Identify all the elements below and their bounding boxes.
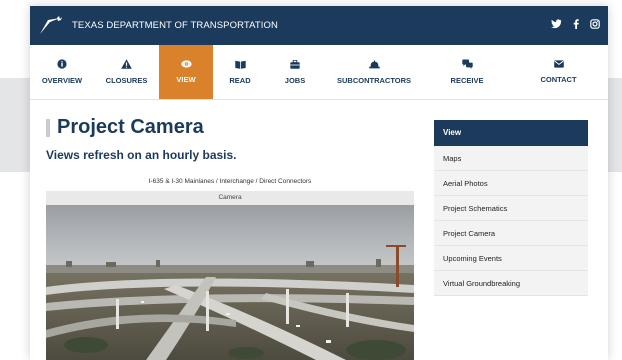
envelope-icon [553, 60, 564, 71]
nav-label: JOBS [284, 75, 306, 85]
sidebar-item-virtual-groundbreaking[interactable]: Virtual Groundbreaking [434, 271, 588, 296]
sidebar-item-upcoming-events[interactable]: Upcoming Events [434, 246, 588, 271]
instagram-icon[interactable] [590, 19, 600, 32]
twitter-icon[interactable] [551, 19, 562, 32]
camera-caption: I-635 & I-30 Mainlanes / Interchange / D… [148, 178, 312, 185]
agency-name[interactable]: TEXAS DEPARTMENT OF TRANSPORTATION [72, 20, 278, 31]
eye-icon [180, 60, 192, 71]
nav-closures[interactable]: CLOSURES [94, 45, 159, 99]
nav-read[interactable]: READ [213, 45, 267, 99]
txdot-logo-icon[interactable] [38, 15, 64, 36]
title-row: Project Camera [46, 116, 204, 139]
nav-subcontractors[interactable]: SUBCONTRACTORS [323, 45, 425, 99]
page-title: Project Camera [57, 116, 204, 138]
site-card: TEXAS DEPARTMENT OF TRANSPORTATION OVERV… [30, 6, 608, 360]
book-icon [234, 60, 246, 72]
main-nav: OVERVIEW CLOSURES VIEW READ JOBS SUBCONT… [30, 45, 608, 100]
title-accent-bar [46, 118, 50, 137]
top-bar: TEXAS DEPARTMENT OF TRANSPORTATION [30, 6, 608, 45]
nav-view[interactable]: VIEW [159, 45, 213, 99]
sidebar-heading[interactable]: View [434, 120, 588, 146]
camera-header: Camera [46, 191, 414, 205]
nav-label: VIEW [176, 75, 196, 84]
nav-receive[interactable]: RECEIVE [425, 45, 509, 99]
briefcase-icon [290, 59, 300, 72]
sidebar-item-aerial-photos[interactable]: Aerial Photos [434, 171, 588, 196]
nav-jobs[interactable]: JOBS [267, 45, 323, 99]
nav-label: SUBCONTRACTORS [336, 75, 412, 85]
camera-image[interactable] [46, 205, 414, 360]
sidebar: View Maps Aerial Photos Project Schemati… [434, 120, 588, 296]
facebook-icon[interactable] [573, 19, 579, 32]
nav-contact[interactable]: CONTACT [509, 45, 608, 99]
nav-label: CLOSURES [105, 76, 148, 85]
hardhat-icon [368, 60, 380, 72]
nav-overview[interactable]: OVERVIEW [30, 45, 94, 99]
main-content: Project Camera Views refresh on an hourl… [30, 100, 608, 360]
social-links [551, 19, 600, 32]
nav-label: RECEIVE [450, 76, 484, 85]
nav-label: CONTACT [540, 75, 577, 84]
chat-icon [461, 59, 473, 72]
sidebar-item-project-camera[interactable]: Project Camera [434, 221, 588, 246]
info-icon [57, 59, 67, 72]
nav-label: OVERVIEW [41, 76, 83, 85]
warning-icon [121, 59, 132, 72]
sidebar-item-project-schematics[interactable]: Project Schematics [434, 196, 588, 221]
sidebar-item-maps[interactable]: Maps [434, 146, 588, 171]
page-subtitle: Views refresh on an hourly basis. [46, 148, 237, 162]
nav-label: READ [229, 75, 251, 85]
